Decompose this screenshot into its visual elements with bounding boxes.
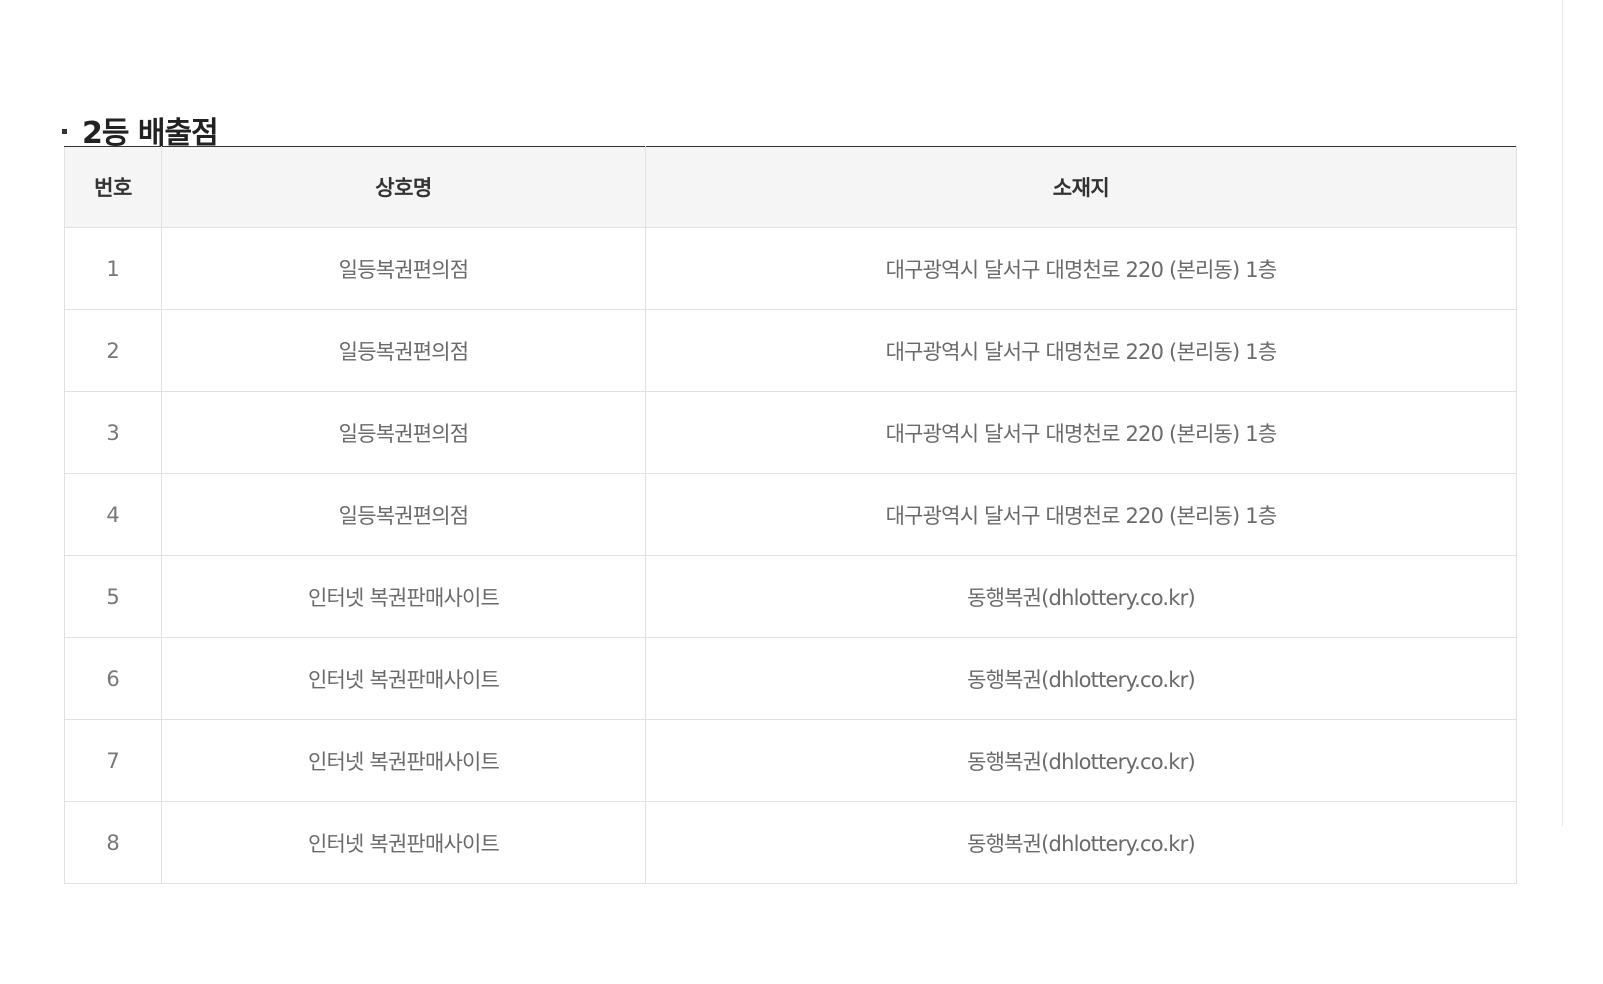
table-row: 7 인터넷 복권판매사이트 동행복권(dhlottery.co.kr) bbox=[64, 719, 1517, 802]
row-number: 4 bbox=[64, 473, 162, 556]
row-store-name: 일등복권편의점 bbox=[161, 391, 646, 474]
bullet-icon bbox=[62, 128, 67, 134]
header-store-name: 상호명 bbox=[161, 146, 646, 228]
row-address: 대구광역시 달서구 대명천로 220 (본리동) 1층 bbox=[645, 391, 1517, 474]
row-store-name: 인터넷 복권판매사이트 bbox=[161, 637, 646, 720]
row-address: 동행복권(dhlottery.co.kr) bbox=[645, 555, 1517, 638]
row-number: 7 bbox=[64, 719, 162, 802]
row-number: 3 bbox=[64, 391, 162, 474]
table-row: 3 일등복권편의점 대구광역시 달서구 대명천로 220 (본리동) 1층 bbox=[64, 391, 1517, 474]
row-number: 8 bbox=[64, 801, 162, 884]
row-address: 동행복권(dhlottery.co.kr) bbox=[645, 801, 1517, 884]
table-row: 6 인터넷 복권판매사이트 동행복권(dhlottery.co.kr) bbox=[64, 637, 1517, 720]
row-store-name: 일등복권편의점 bbox=[161, 227, 646, 310]
row-store-name: 인터넷 복권판매사이트 bbox=[161, 555, 646, 638]
content-right-divider bbox=[1562, 0, 1563, 826]
row-number: 1 bbox=[64, 227, 162, 310]
row-address: 동행복권(dhlottery.co.kr) bbox=[645, 719, 1517, 802]
header-number: 번호 bbox=[64, 146, 162, 228]
row-store-name: 일등복권편의점 bbox=[161, 309, 646, 392]
table-row: 2 일등복권편의점 대구광역시 달서구 대명천로 220 (본리동) 1층 bbox=[64, 309, 1517, 392]
row-store-name: 인터넷 복권판매사이트 bbox=[161, 719, 646, 802]
table-row: 1 일등복권편의점 대구광역시 달서구 대명천로 220 (본리동) 1층 bbox=[64, 227, 1517, 310]
row-address: 대구광역시 달서구 대명천로 220 (본리동) 1층 bbox=[645, 473, 1517, 556]
table-row: 5 인터넷 복권판매사이트 동행복권(dhlottery.co.kr) bbox=[64, 555, 1517, 638]
winning-stores-table: 번호 상호명 소재지 1 일등복권편의점 대구광역시 달서구 대명천로 220 … bbox=[64, 146, 1517, 884]
table-row: 4 일등복권편의점 대구광역시 달서구 대명천로 220 (본리동) 1층 bbox=[64, 473, 1517, 556]
row-number: 5 bbox=[64, 555, 162, 638]
row-store-name: 일등복권편의점 bbox=[161, 473, 646, 556]
row-number: 2 bbox=[64, 309, 162, 392]
row-address: 대구광역시 달서구 대명천로 220 (본리동) 1층 bbox=[645, 227, 1517, 310]
row-address: 동행복권(dhlottery.co.kr) bbox=[645, 637, 1517, 720]
row-number: 6 bbox=[64, 637, 162, 720]
row-address: 대구광역시 달서구 대명천로 220 (본리동) 1층 bbox=[645, 309, 1517, 392]
header-address: 소재지 bbox=[645, 146, 1517, 228]
row-store-name: 인터넷 복권판매사이트 bbox=[161, 801, 646, 884]
table-header-row: 번호 상호명 소재지 bbox=[64, 146, 1517, 228]
table-row: 8 인터넷 복권판매사이트 동행복권(dhlottery.co.kr) bbox=[64, 801, 1517, 884]
